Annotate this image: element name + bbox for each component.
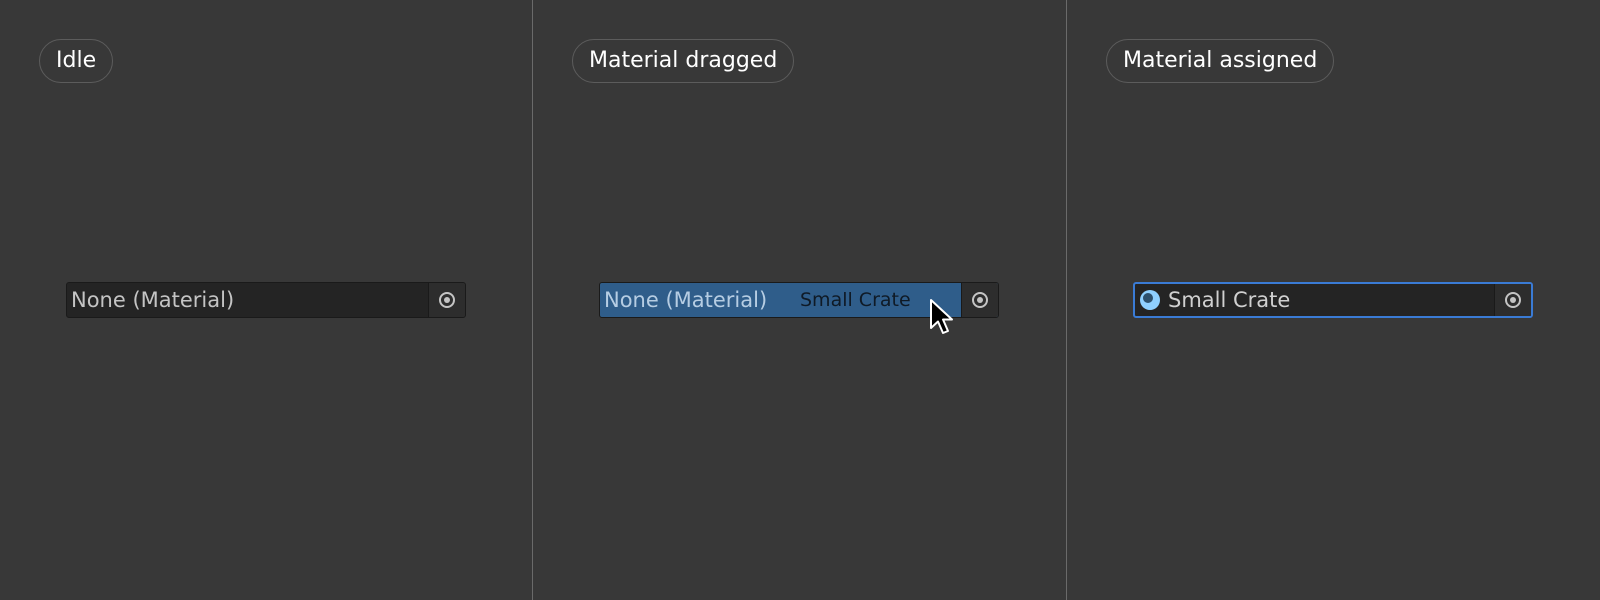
field-value-text: None (Material): [604, 288, 768, 312]
field-value: None (Material) Small Crate: [600, 283, 961, 317]
panel-material-assigned: Material assigned Small Crate: [1067, 0, 1600, 600]
mouse-pointer-icon: [930, 299, 953, 334]
state-label: Material dragged: [572, 39, 795, 83]
field-value: Small Crate: [1135, 284, 1494, 316]
panel-idle: Idle None (Material): [0, 0, 533, 600]
object-picker-icon: [972, 292, 988, 308]
state-label: Idle: [39, 39, 114, 83]
object-picker-icon: [1505, 292, 1521, 308]
object-picker-button[interactable]: [961, 283, 998, 317]
panel-material-dragged: Material dragged None (Material) Small C…: [533, 0, 1067, 600]
field-value: None (Material): [71, 288, 235, 312]
state-label: Material assigned: [1106, 39, 1335, 83]
object-picker-button[interactable]: [428, 283, 465, 317]
material-field-states: Idle None (Material) Material dragged No…: [0, 0, 1600, 600]
material-object-field[interactable]: Small Crate: [1133, 282, 1533, 318]
object-picker-icon: [439, 292, 455, 308]
drag-ghost-label: Small Crate: [800, 289, 911, 311]
object-picker-button[interactable]: [1494, 284, 1531, 316]
material-object-field[interactable]: None (Material): [66, 282, 466, 318]
field-value-text: Small Crate: [1168, 288, 1291, 312]
material-sphere-icon: [1140, 290, 1160, 310]
